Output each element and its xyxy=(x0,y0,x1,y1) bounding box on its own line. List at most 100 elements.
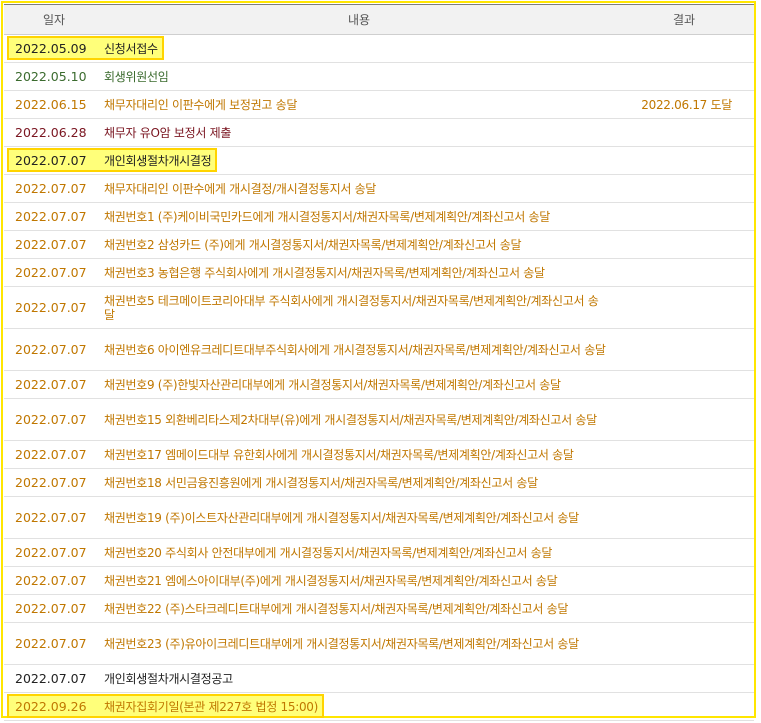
row-result xyxy=(614,62,754,91)
row-content: 개인회생절차개시결정 xyxy=(104,146,614,175)
row-content-text: 채무자대리인 이판수에게 보정권고 송달 xyxy=(104,97,298,112)
row-content-text: 채권번호9 (주)한빛자산관리대부에게 개시결정통지서/채권자목록/변제계획안/… xyxy=(104,377,561,392)
table-row: 2022.07.07 채권번호23 (주)유아이크레디트대부에게 개시결정통지서/… xyxy=(4,622,754,665)
row-result xyxy=(614,34,754,63)
row-date-text: 2022.06.28 xyxy=(15,124,87,140)
row-content: 채무자대리인 이판수에게 개시결정/개시결정통지서 송달 xyxy=(104,174,614,203)
row-date: 2022.07.07 xyxy=(4,622,104,665)
row-date: 2022.07.07 xyxy=(4,538,104,567)
row-content-text: 채권번호1 (주)케이비국민카드에게 개시결정통지서/채권자목록/변제계획안/계… xyxy=(104,209,550,224)
row-date-text: 2022.07.07 xyxy=(15,572,87,588)
table-row: 2022.07.07 채권번호2 삼성카드 (주)에게 개시결정통지서/채권자목록… xyxy=(4,230,754,259)
row-date-text: 2022.07.07 xyxy=(15,341,87,357)
table-row: 2022.07.07 채권번호3 농협은행 주식회사에게 개시결정통지서/채권자목… xyxy=(4,258,754,287)
row-date: 2022.07.07 xyxy=(4,468,104,497)
row-content: 채권번호18 서민금융진흥원에게 개시결정통지서/채권자목록/변제계획안/계좌신… xyxy=(104,468,614,497)
table-row: 2022.07.07 채권번호20 주식회사 안전대부에게 개시결정통지서/채권자… xyxy=(4,538,754,567)
row-content-text: 개인회생절차개시결정 xyxy=(104,153,212,168)
table-row: 2022.07.07 채권번호1 (주)케이비국민카드에게 개시결정통지서/채권자… xyxy=(4,202,754,231)
table-row: 2022.05.09 신청서접수 xyxy=(4,34,754,63)
row-date: 2022.05.10 xyxy=(4,62,104,91)
row-content: 채권번호20 주식회사 안전대부에게 개시결정통지서/채권자목록/변제계획안/계… xyxy=(104,538,614,567)
row-date: 2022.07.07 xyxy=(4,230,104,259)
table-row: 2022.07.07 채권번호17 엠메이드대부 유한회사에게 개시결정통지서/채… xyxy=(4,440,754,469)
table-body: 2022.05.09 신청서접수 2022.05.10 회생위원선임 2022.06.1… xyxy=(4,34,754,721)
row-date-text: 2022.09.26 xyxy=(15,698,87,714)
row-result xyxy=(614,440,754,469)
table-row: 2022.07.07 채권번호9 (주)한빛자산관리대부에게 개시결정통지서/채권… xyxy=(4,370,754,399)
column-header-content: 내용 xyxy=(104,4,614,35)
row-date-text: 2022.07.07 xyxy=(15,152,87,168)
row-date: 2022.07.07 xyxy=(4,566,104,595)
row-date-text: 2022.07.07 xyxy=(15,670,87,686)
row-content: 채권번호15 외환베리타스제2차대부(유)에게 개시결정통지서/채권자목록/변제… xyxy=(104,398,614,441)
table-row: 2022.07.07 채권번호21 엠에스아이대부(주)에게 개시결정통지서/채권… xyxy=(4,566,754,595)
row-date: 2022.06.28 xyxy=(4,118,104,147)
row-date-text: 2022.07.07 xyxy=(15,446,87,462)
case-progress-table: 일자 내용 결과 2022.05.09 신청서접수 2022.05.10 회생위원선임… xyxy=(4,4,754,721)
row-result xyxy=(614,202,754,231)
row-content: 채권번호19 (주)이스트자산관리대부에게 개시결정통지서/채권자목록/변제계획… xyxy=(104,496,614,539)
table-row: 2022.06.15 채무자대리인 이판수에게 보정권고 송달 2022.06.17… xyxy=(4,90,754,119)
row-date: 2022.06.15 xyxy=(4,90,104,119)
row-content: 채권번호22 (주)스타크레디트대부에게 개시결정통지서/채권자목록/변제계획안… xyxy=(104,594,614,623)
table-header-row: 일자 내용 결과 xyxy=(4,4,754,35)
row-date: 2022.07.07 xyxy=(4,202,104,231)
table-row: 2022.09.26 채권자집회기일(본관 제227호 법정 15:00) xyxy=(4,692,754,721)
row-content: 채권번호17 엠메이드대부 유한회사에게 개시결정통지서/채권자목록/변제계획안… xyxy=(104,440,614,469)
table-row: 2022.07.07 채권번호18 서민금융진흥원에게 개시결정통지서/채권자목록… xyxy=(4,468,754,497)
row-content: 회생위원선임 xyxy=(104,62,614,91)
row-date-text: 2022.07.07 xyxy=(15,474,87,490)
row-content: 채무자 유O암 보정서 제출 xyxy=(104,118,614,147)
row-content-text: 채무자 유O암 보정서 제출 xyxy=(104,125,232,140)
row-result xyxy=(614,118,754,147)
row-content: 채권번호5 테크메이트코리아대부 주식회사에게 개시결정통지서/채권자목록/변제… xyxy=(104,286,614,329)
row-content-text: 채권번호2 삼성카드 (주)에게 개시결정통지서/채권자목록/변제계획안/계좌신… xyxy=(104,237,522,252)
row-result xyxy=(614,468,754,497)
column-header-result: 결과 xyxy=(614,4,754,35)
row-date-text: 2022.07.07 xyxy=(15,509,87,525)
row-content-text: 채권번호18 서민금융진흥원에게 개시결정통지서/채권자목록/변제계획안/계좌신… xyxy=(104,475,538,490)
row-result xyxy=(614,566,754,595)
row-content-text: 채권번호20 주식회사 안전대부에게 개시결정통지서/채권자목록/변제계획안/계… xyxy=(104,545,553,560)
table-row: 2022.07.07 채권번호19 (주)이스트자산관리대부에게 개시결정통지서/… xyxy=(4,496,754,539)
row-content: 채권번호2 삼성카드 (주)에게 개시결정통지서/채권자목록/변제계획안/계좌신… xyxy=(104,230,614,259)
row-content: 채권번호6 아이엔유크레디트대부주식회사에게 개시결정통지서/채권자목록/변제계… xyxy=(104,328,614,371)
row-content: 채권번호9 (주)한빛자산관리대부에게 개시결정통지서/채권자목록/변제계획안/… xyxy=(104,370,614,399)
table-row: 2022.07.07 개인회생절차개시결정 xyxy=(4,146,754,175)
row-result xyxy=(614,258,754,287)
row-result xyxy=(614,496,754,539)
row-result xyxy=(614,370,754,399)
row-date: 2022.09.26 xyxy=(4,692,325,721)
row-date-text: 2022.05.10 xyxy=(15,68,87,84)
row-content-text: 개인회생절차개시결정공고 xyxy=(104,671,233,686)
row-result xyxy=(614,622,754,665)
row-result xyxy=(614,174,754,203)
row-date: 2022.07.07 xyxy=(4,594,104,623)
row-content-text: 채권번호6 아이엔유크레디트대부주식회사에게 개시결정통지서/채권자목록/변제계… xyxy=(104,342,606,357)
row-result xyxy=(614,692,754,721)
row-date-text: 2022.05.09 xyxy=(15,40,87,56)
row-content-text: 채권번호21 엠에스아이대부(주)에게 개시결정통지서/채권자목록/변제계획안/… xyxy=(104,573,558,588)
row-content: 채권번호3 농협은행 주식회사에게 개시결정통지서/채권자목록/변제계획안/계좌… xyxy=(104,258,614,287)
row-content: 개인회생절차개시결정공고 xyxy=(104,664,614,693)
row-date-text: 2022.07.07 xyxy=(15,264,87,280)
row-content-text: 채권번호23 (주)유아이크레디트대부에게 개시결정통지서/채권자목록/변제계획… xyxy=(104,636,579,651)
row-content: 채권번호23 (주)유아이크레디트대부에게 개시결정통지서/채권자목록/변제계획… xyxy=(104,622,614,665)
row-content-text: 채권번호15 외환베리타스제2차대부(유)에게 개시결정통지서/채권자목록/변제… xyxy=(104,412,597,427)
row-content: 채권번호1 (주)케이비국민카드에게 개시결정통지서/채권자목록/변제계획안/계… xyxy=(104,202,614,231)
table-row: 2022.07.07 채권번호5 테크메이트코리아대부 주식회사에게 개시결정통지… xyxy=(4,286,754,329)
row-content-text: 채권번호22 (주)스타크레디트대부에게 개시결정통지서/채권자목록/변제계획안… xyxy=(104,601,569,616)
row-content-text: 신청서접수 xyxy=(104,41,158,56)
row-date: 2022.07.07 xyxy=(4,370,104,399)
row-content: 신청서접수 xyxy=(104,34,614,63)
row-date: 2022.07.07 xyxy=(4,174,104,203)
table-row: 2022.07.07 채권번호15 외환베리타스제2차대부(유)에게 개시결정통지… xyxy=(4,398,754,441)
table-row: 2022.07.07 채권번호6 아이엔유크레디트대부주식회사에게 개시결정통지서… xyxy=(4,328,754,371)
row-result xyxy=(614,146,754,175)
row-result xyxy=(614,230,754,259)
row-result xyxy=(614,398,754,441)
row-result xyxy=(614,594,754,623)
row-date-text: 2022.07.07 xyxy=(15,208,87,224)
row-date: 2022.07.07 xyxy=(4,398,104,441)
